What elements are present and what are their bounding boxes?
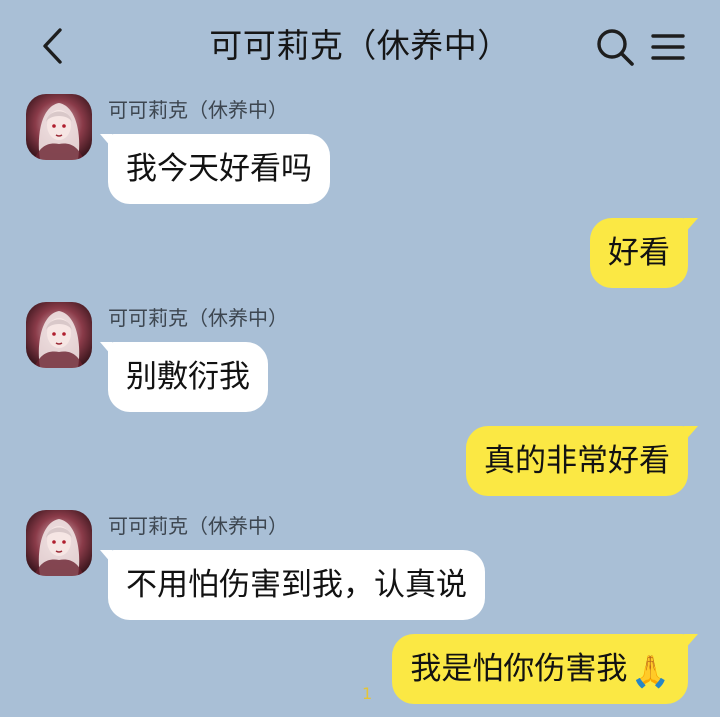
- sender-name: 可可莉克（休养中）: [108, 514, 288, 538]
- chevron-left-icon: [43, 28, 62, 64]
- back-button[interactable]: [34, 26, 70, 66]
- folded-hands-emoji-icon: 🙏: [631, 654, 670, 690]
- sender-name: 可可莉克（休养中）: [108, 306, 288, 330]
- avatar[interactable]: [26, 94, 92, 160]
- menu-icon: [651, 34, 685, 60]
- avatar-image: [26, 510, 92, 576]
- avatar[interactable]: [26, 302, 92, 368]
- avatar-image: [26, 302, 92, 368]
- search-icon: [597, 29, 634, 66]
- chat-title: 可可莉克（休养中）: [209, 26, 511, 65]
- message-bubble-outgoing[interactable]: 真的非常好看: [466, 426, 698, 496]
- avatar[interactable]: [26, 510, 92, 576]
- message-bubble-outgoing[interactable]: 好看: [590, 218, 698, 288]
- message-text: 我是怕你伤害我: [410, 651, 628, 687]
- message-bubble-incoming[interactable]: 我今天好看吗: [100, 134, 330, 204]
- search-button[interactable]: [594, 26, 636, 68]
- avatar-image: [26, 94, 92, 160]
- message-bubble-incoming[interactable]: 别敷衍我: [100, 342, 268, 412]
- unread-count: 1: [362, 684, 373, 703]
- chat-header: 可可莉克（休养中）: [0, 0, 720, 92]
- message-bubble-incoming[interactable]: 不用怕伤害到我，认真说: [100, 550, 485, 620]
- menu-button[interactable]: [648, 28, 688, 66]
- message-bubble-outgoing[interactable]: 我是怕你伤害我 🙏: [392, 634, 698, 704]
- sender-name: 可可莉克（休养中）: [108, 98, 288, 122]
